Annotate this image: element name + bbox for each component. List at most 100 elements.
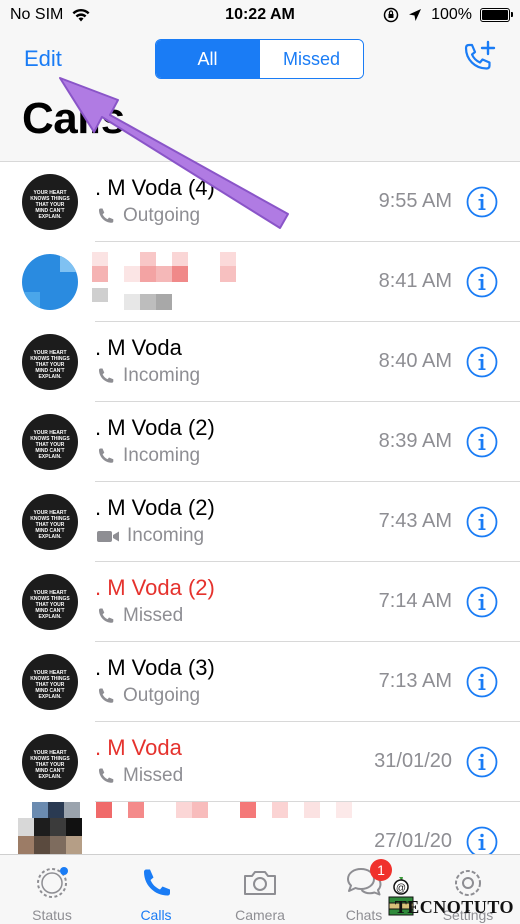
contact-name [96, 802, 356, 820]
status-bar: No SIM 10:22 AM 100% [0, 0, 520, 32]
call-time: 8:39 AM [378, 430, 452, 452]
watermark-text: TECNOTUTO [394, 897, 514, 917]
call-type-label: Incoming [123, 365, 201, 386]
call-type: Missed [96, 605, 183, 627]
info-icon[interactable] [466, 346, 498, 378]
phone-icon [99, 688, 114, 703]
call-type: Incoming [96, 525, 204, 547]
call-type [92, 288, 182, 310]
rotation-lock-icon [383, 7, 399, 23]
navigation-bar: Edit All Missed Calls [0, 32, 520, 162]
tab-camera[interactable]: Camera [208, 855, 312, 924]
calls-list: YOUR HEART KNOWS THINGS THAT YOUR MIND CAN'… [0, 162, 520, 854]
call-row[interactable]: YOUR HEART KNOWS THINGS THAT YOUR MIND CAN'… [0, 562, 520, 642]
contact-name: . M Voda (4) [95, 175, 215, 200]
segment-all[interactable]: All [156, 40, 259, 78]
info-icon[interactable] [466, 826, 498, 854]
phone-icon [99, 608, 114, 623]
info-icon[interactable] [466, 426, 498, 458]
status-ring-icon [37, 867, 68, 898]
svg-text:EXPLAIN.: EXPLAIN. [38, 774, 62, 780]
svg-text:EXPLAIN.: EXPLAIN. [38, 454, 62, 460]
info-icon[interactable] [466, 266, 498, 298]
call-time: 7:13 AM [378, 670, 452, 692]
battery-percent: 100% [431, 6, 472, 23]
svg-text:EXPLAIN.: EXPLAIN. [38, 534, 62, 540]
tab-status[interactable]: Status [0, 855, 104, 924]
svg-text:EXPLAIN.: EXPLAIN. [38, 214, 62, 220]
contact-name: . M Voda (2) [95, 495, 215, 520]
svg-text:EXPLAIN.: EXPLAIN. [38, 374, 62, 380]
contact-name: . M Voda [95, 735, 182, 760]
contact-name: . M Voda (2) [95, 415, 215, 440]
contact-name: . M Voda (2) [95, 575, 215, 600]
info-icon[interactable] [466, 666, 498, 698]
tab-label: Status [32, 907, 72, 923]
tab-label: Chats [345, 907, 383, 923]
avatar: YOUR HEART KNOWS THINGS THAT YOUR MIND CAN'… [22, 494, 78, 550]
svg-text:@: @ [396, 883, 406, 894]
call-type: Incoming [96, 365, 200, 387]
calls-filter-segmented-control: All Missed [155, 39, 364, 79]
status-right: 100% [383, 6, 513, 24]
call-row[interactable]: YOUR HEART KNOWS THINGS THAT YOUR MIND CAN'… [0, 402, 520, 482]
edit-button[interactable]: Edit [24, 46, 62, 72]
info-icon[interactable] [466, 586, 498, 618]
tab-label: Camera [235, 907, 285, 923]
call-type: Incoming [96, 445, 200, 467]
video-camera-icon [97, 531, 119, 542]
info-icon[interactable] [466, 506, 498, 538]
new-call-button[interactable] [460, 40, 498, 76]
segment-missed[interactable]: Missed [259, 40, 363, 78]
avatar: YOUR HEART KNOWS THINGS THAT YOUR MIND CAN'… [22, 654, 78, 710]
phone-icon [99, 368, 114, 383]
call-row[interactable]: YOUR HEART KNOWS THINGS THAT YOUR MIND CAN'… [0, 162, 520, 242]
tab-calls[interactable]: Calls [104, 855, 208, 924]
tab-bar: Status Calls Camera 1 Chats Settings @ T… [0, 854, 520, 924]
call-time: 8:40 AM [378, 350, 452, 372]
svg-text:EXPLAIN.: EXPLAIN. [38, 614, 62, 620]
call-type: Outgoing [96, 205, 200, 227]
call-time: 8:41 AM [378, 270, 452, 292]
phone-icon [99, 448, 114, 463]
call-row[interactable]: YOUR HEART KNOWS THINGS THAT YOUR MIND CAN'… [0, 482, 520, 562]
avatar: YOUR HEART KNOWS THINGS THAT YOUR MIND CAN'… [22, 174, 78, 230]
info-icon[interactable] [466, 746, 498, 778]
call-type-label: Outgoing [123, 685, 201, 706]
call-type: Missed [96, 765, 183, 787]
call-row[interactable]: YOUR HEART KNOWS THINGS THAT YOUR MIND CAN'… [0, 722, 520, 802]
call-row[interactable]: 27/01/20 [0, 802, 520, 854]
contact-name: . M Voda [95, 335, 182, 360]
svg-text:EXPLAIN.: EXPLAIN. [38, 694, 62, 700]
location-arrow-icon [409, 9, 422, 21]
avatar [22, 254, 78, 310]
phone-icon [99, 208, 114, 223]
call-time: 31/01/20 [374, 750, 452, 772]
call-type-label: Missed [123, 765, 184, 786]
call-type: Outgoing [96, 685, 200, 707]
call-time: 9:55 AM [378, 190, 452, 212]
phone-icon [99, 768, 114, 783]
call-row[interactable]: 8:41 AM [0, 242, 520, 322]
battery-icon [480, 8, 513, 22]
camera-icon [244, 871, 276, 895]
phone-icon [144, 869, 170, 896]
contact-name: . M Voda (3) [95, 655, 215, 680]
call-type-label: Incoming [127, 525, 205, 546]
avatar: YOUR HEART KNOWS THINGS THAT YOUR MIND CAN'… [22, 734, 78, 790]
call-type-label: Outgoing [123, 205, 201, 226]
avatar: YOUR HEART KNOWS THINGS THAT YOUR MIND CAN'… [22, 574, 78, 630]
call-time: 7:14 AM [378, 590, 452, 612]
contact-name [92, 252, 242, 292]
call-type-label: Incoming [123, 445, 201, 466]
tab-label: Calls [140, 907, 172, 923]
call-row[interactable]: YOUR HEART KNOWS THINGS THAT YOUR MIND CAN'… [0, 642, 520, 722]
avatar [18, 802, 82, 854]
page-title: Calls [22, 94, 125, 143]
call-time: 27/01/20 [374, 830, 452, 852]
call-type-label: Missed [123, 605, 184, 626]
avatar: YOUR HEART KNOWS THINGS THAT YOUR MIND CAN'… [22, 414, 78, 470]
info-icon[interactable] [466, 186, 498, 218]
call-time: 7:43 AM [378, 510, 452, 532]
call-row[interactable]: YOUR HEART KNOWS THINGS THAT YOUR MIND CAN'… [0, 322, 520, 402]
